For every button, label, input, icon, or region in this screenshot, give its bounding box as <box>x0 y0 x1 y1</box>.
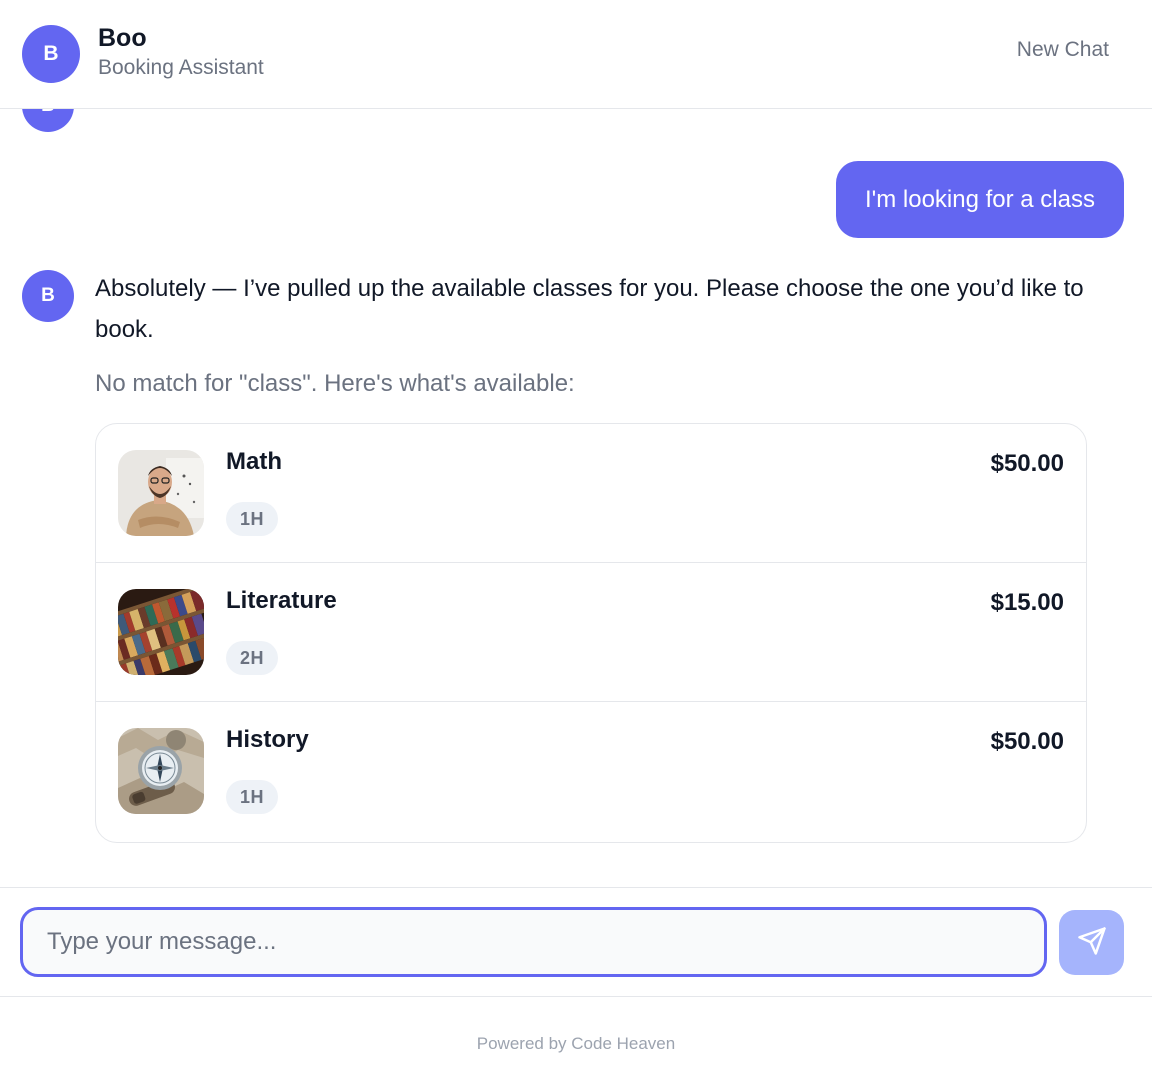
message-list[interactable]: B I'm looking for a class B Absolutely —… <box>0 109 1152 887</box>
paper-plane-icon <box>1077 926 1107 959</box>
class-price: $50.00 <box>990 728 1064 755</box>
class-name: History <box>226 726 309 753</box>
duration-badge: 1H <box>226 502 279 536</box>
class-option-math[interactable]: Math 1H $50.00 <box>96 424 1086 563</box>
class-option-history[interactable]: History 1H $50.00 <box>96 702 1086 842</box>
bot-message-content: Absolutely — I’ve pulled up the availabl… <box>95 270 1087 843</box>
message-input[interactable] <box>20 907 1047 977</box>
class-price: $50.00 <box>990 450 1064 477</box>
assistant-role: Booking Assistant <box>98 56 264 79</box>
class-name: Math <box>226 448 282 475</box>
assistant-name: Boo <box>98 24 147 52</box>
no-match-note: No match for "class". Here's what's avai… <box>95 370 575 397</box>
bot-message-text: Absolutely — I’ve pulled up the availabl… <box>95 275 1084 343</box>
class-thumbnail <box>118 728 204 814</box>
assistant-avatar: B <box>22 25 80 83</box>
class-list-card: Math 1H $50.00 Literature 2H $15.00 Hist… <box>95 423 1087 843</box>
duration-badge: 1H <box>226 780 279 814</box>
class-thumbnail <box>118 589 204 675</box>
class-option-literature[interactable]: Literature 2H $15.00 <box>96 563 1086 702</box>
header-text: Boo Booking Assistant <box>98 23 264 83</box>
new-chat-button[interactable]: New Chat <box>1017 38 1109 62</box>
chat-widget: B Boo Booking Assistant New Chat B I'm l… <box>0 0 1152 1078</box>
chat-header: B Boo Booking Assistant New Chat <box>0 0 1152 109</box>
duration-badge: 2H <box>226 641 279 675</box>
bot-avatar: B <box>22 270 74 322</box>
composer <box>0 887 1152 997</box>
class-name: Literature <box>226 587 337 614</box>
class-price: $15.00 <box>990 589 1064 616</box>
user-message-bubble: I'm looking for a class <box>835 161 1124 238</box>
send-button[interactable] <box>1059 910 1124 975</box>
class-thumbnail <box>118 450 204 536</box>
powered-by-footer: Powered by Code Heaven <box>476 1034 676 1053</box>
previous-bot-avatar: B <box>22 109 74 132</box>
